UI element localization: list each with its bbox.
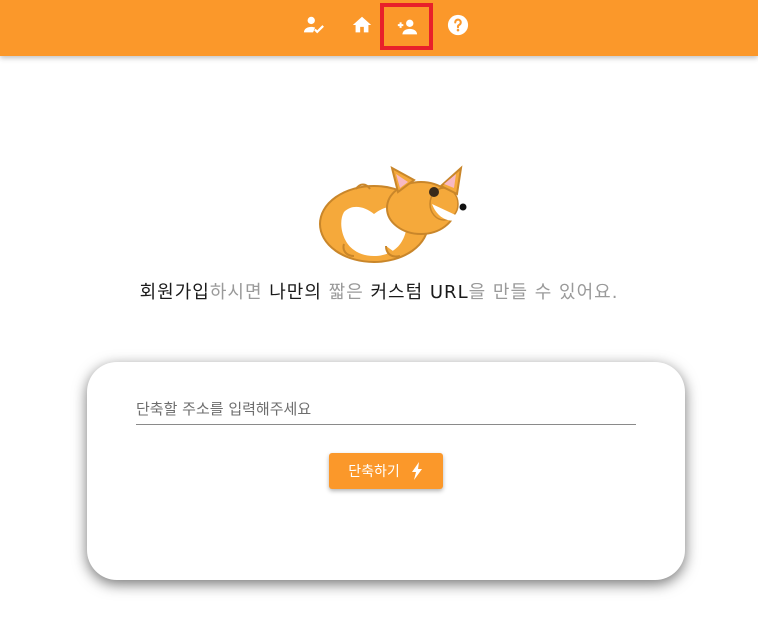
shorten-card: 단축하기: [87, 362, 685, 580]
tagline-signup: 회원가입: [139, 282, 210, 303]
tagline-own: 나만의: [269, 282, 329, 303]
nav-help-button[interactable]: [443, 10, 473, 40]
tagline-can-make: 을 만들 수 있어요.: [468, 282, 619, 303]
home-icon: [352, 16, 372, 33]
person-add-icon: [397, 19, 417, 34]
help-circle-icon: [447, 14, 469, 36]
shorten-button-label: 단축하기: [348, 464, 400, 480]
url-input[interactable]: [136, 394, 636, 425]
tagline-if: 하시면: [209, 282, 270, 303]
tagline-short: 짧은: [328, 282, 371, 303]
signup-tagline: 회원가입하시면 나만의 짧은 커스텀 URL을 만들 수 있어요.: [0, 278, 758, 304]
bolt-icon: [411, 462, 422, 480]
user-check-icon: [303, 16, 324, 34]
corgi-icon: [319, 165, 467, 263]
nav-login-button[interactable]: [299, 10, 329, 40]
shorten-button[interactable]: 단축하기: [329, 453, 443, 489]
nav-signup-button[interactable]: [380, 3, 433, 50]
tagline-custom-url: 커스텀 URL: [370, 282, 469, 303]
top-navigation-bar: [0, 0, 758, 56]
nav-home-button[interactable]: [347, 10, 377, 40]
